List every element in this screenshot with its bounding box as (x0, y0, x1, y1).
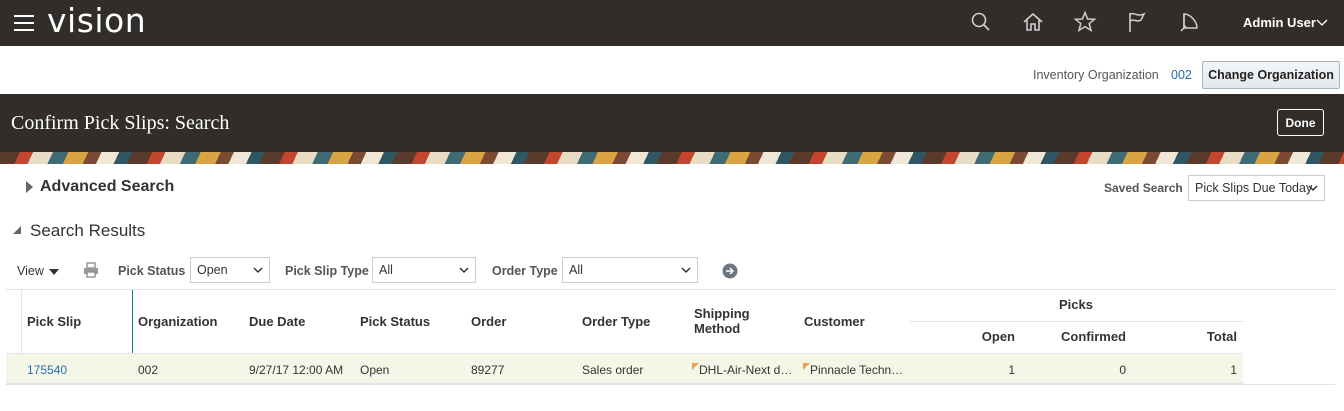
chevron-down-icon (459, 267, 469, 274)
order-cell: 89277 (471, 363, 505, 377)
chevron-down-icon (681, 267, 691, 274)
column-group-picks: Picks (1059, 297, 1093, 312)
column-header-pick-status[interactable]: Pick Status (360, 314, 430, 329)
picks-open-cell: 1 (1008, 363, 1015, 377)
order-type-label: Order Type (492, 264, 558, 278)
notifications-icon[interactable] (1176, 9, 1202, 35)
menu-icon[interactable] (14, 15, 34, 31)
expand-triangle-icon[interactable] (26, 181, 33, 193)
order-type-select[interactable]: All (562, 257, 698, 283)
truncated-text-flag-icon (803, 363, 810, 370)
saved-search-select[interactable]: Pick Slips Due Today (1188, 175, 1325, 201)
home-icon[interactable] (1020, 9, 1046, 35)
column-group-divider (910, 321, 1243, 322)
pick-status-label: Pick Status (118, 264, 186, 278)
column-header-total[interactable]: Total (1127, 329, 1237, 344)
print-icon[interactable] (82, 261, 100, 279)
column-header-organization[interactable]: Organization (138, 314, 217, 329)
shipping-method-header-line2: Method (694, 321, 741, 336)
column-header-due-date[interactable]: Due Date (249, 314, 305, 329)
order-type-value: All (569, 263, 583, 277)
column-header-order[interactable]: Order (471, 314, 506, 329)
inventory-organization-value: 002 (1171, 68, 1192, 82)
organization-cell: 002 (138, 363, 159, 377)
column-header-open[interactable]: Open (910, 329, 1015, 344)
pick-slip-type-label: Pick Slip Type (285, 264, 369, 278)
view-dropdown-icon[interactable] (49, 269, 59, 275)
decorative-banner (0, 152, 1344, 164)
shipping-method-header-line1: Shipping (694, 306, 750, 321)
search-results-header: Search Results (30, 221, 146, 240)
pick-slip-link[interactable]: 175540 (27, 363, 67, 377)
saved-search-value: Pick Slips Due Today (1195, 181, 1313, 195)
customer-value: Pinnacle Techn… (810, 363, 904, 377)
shipping-method-cell: DHL-Air-Next d… (692, 363, 792, 377)
flag-icon[interactable] (1124, 9, 1150, 35)
chevron-down-icon[interactable] (1316, 16, 1328, 28)
truncated-text-flag-icon (692, 363, 699, 370)
collapse-triangle-icon[interactable] (12, 225, 22, 235)
column-header-shipping-method[interactable]: Shipping Method (694, 306, 750, 336)
picks-total-cell: 1 (1230, 363, 1237, 377)
pick-slip-type-select[interactable]: All (372, 257, 476, 283)
column-header-confirmed[interactable]: Confirmed (1016, 329, 1126, 344)
column-header-customer[interactable]: Customer (804, 314, 865, 329)
chevron-down-icon (253, 267, 263, 274)
order-type-cell: Sales order (582, 363, 644, 377)
view-menu[interactable]: View (17, 264, 44, 278)
pick-status-cell: Open (360, 363, 390, 377)
search-results-table: Pick Slip Organization Due Date Pick Sta… (6, 289, 1335, 385)
shipping-method-value: DHL-Air-Next d… (699, 363, 793, 377)
column-header-order-type[interactable]: Order Type (582, 314, 650, 329)
inventory-organization-label: Inventory Organization (1033, 68, 1159, 82)
change-organization-button[interactable]: Change Organization (1202, 61, 1340, 89)
advanced-search-header[interactable]: Advanced Search (40, 178, 174, 196)
chevron-down-icon (1308, 185, 1318, 192)
column-header-pick-slip[interactable]: Pick Slip (27, 314, 81, 329)
saved-search-label: Saved Search (1104, 181, 1183, 195)
pick-status-value: Open (197, 263, 228, 277)
page-header: Confirm Pick Slips: Search Done (0, 94, 1344, 152)
customer-cell: Pinnacle Techn… (803, 363, 903, 377)
picks-confirmed-cell: 0 (1119, 363, 1126, 377)
due-date-cell: 9/27/17 12:00 AM (249, 363, 344, 377)
done-button[interactable]: Done (1277, 109, 1324, 136)
favorites-star-icon[interactable] (1072, 9, 1098, 35)
page-title: Confirm Pick Slips: Search (11, 112, 230, 134)
table-row[interactable]: 175540 002 9/27/17 12:00 AM Open 89277 S… (6, 353, 1243, 384)
user-menu[interactable]: Admin User (1243, 15, 1316, 30)
table-bottom-border (6, 384, 1335, 385)
go-arrow-icon[interactable] (722, 263, 738, 279)
search-icon[interactable] (968, 9, 994, 35)
pick-slip-type-value: All (379, 263, 393, 277)
global-header: vision Admin User (0, 0, 1344, 46)
pick-status-select[interactable]: Open (190, 257, 270, 283)
brand-logo[interactable]: vision (47, 1, 146, 40)
